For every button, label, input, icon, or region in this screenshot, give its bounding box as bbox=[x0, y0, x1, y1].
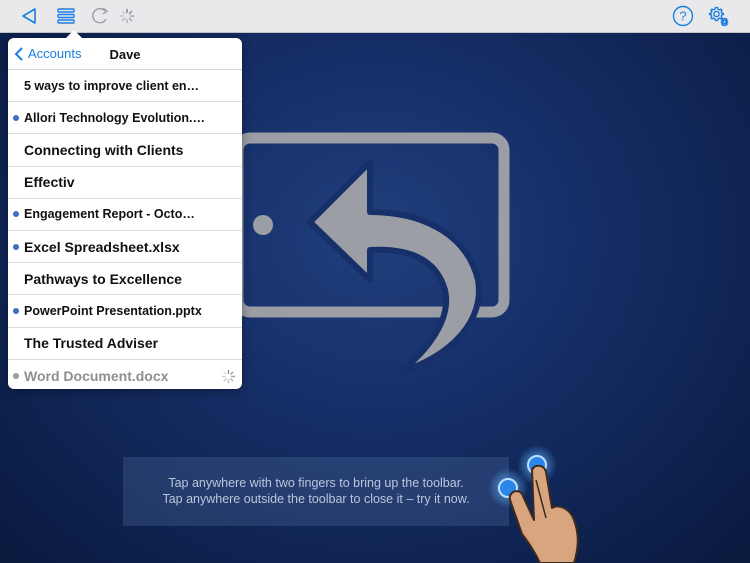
list-item[interactable]: Pathways to Excellence bbox=[8, 263, 242, 296]
hint-line-2: Tap anywhere outside the toolbar to clos… bbox=[162, 492, 470, 506]
document-name: Pathways to Excellence bbox=[24, 270, 182, 287]
document-name: Word Document.docx bbox=[24, 367, 169, 384]
unread-dot bbox=[13, 114, 19, 121]
back-button[interactable] bbox=[16, 4, 42, 28]
toolbar-hint: Tap anywhere with two fingers to bring u… bbox=[123, 457, 509, 526]
document-name: Excel Spreadsheet.xlsx bbox=[24, 238, 180, 255]
settings-button[interactable] bbox=[706, 4, 732, 28]
list-item[interactable]: The Trusted Adviser bbox=[8, 328, 242, 360]
list-item[interactable]: Allori Technology Evolution.… bbox=[8, 102, 242, 135]
unread-dot bbox=[13, 211, 19, 218]
back-triangle-icon bbox=[22, 8, 36, 24]
document-name: Engagement Report - Octo… bbox=[24, 207, 195, 222]
list-item-loading[interactable]: Word Document.docx bbox=[8, 360, 242, 392]
spinner-icon bbox=[221, 369, 236, 383]
list-item[interactable]: Effectiv bbox=[8, 167, 242, 199]
document-name: Connecting with Clients bbox=[24, 141, 184, 158]
refresh-button[interactable] bbox=[88, 4, 114, 28]
two-finger-tap-hand-icon bbox=[488, 445, 579, 563]
unread-dot bbox=[13, 372, 19, 379]
document-name: PowerPoint Presentation.pptx bbox=[24, 303, 202, 318]
popover-header: Accounts Dave bbox=[8, 38, 242, 70]
unread-dot bbox=[13, 307, 19, 314]
hint-line-1: Tap anywhere with two fingers to bring u… bbox=[168, 476, 464, 490]
unread-dot bbox=[13, 243, 19, 250]
list-item[interactable]: PowerPoint Presentation.pptx bbox=[8, 295, 242, 328]
loading-spinner bbox=[114, 4, 140, 28]
list-item[interactable]: Connecting with Clients bbox=[8, 134, 242, 167]
document-name: Allori Technology Evolution.… bbox=[24, 110, 206, 125]
gear-icon bbox=[708, 6, 729, 27]
document-name: The Trusted Adviser bbox=[24, 335, 159, 352]
tablet-return-arrow-icon bbox=[232, 132, 510, 375]
document-list: 5 ways to improve client en… Allori Tech… bbox=[8, 70, 242, 392]
spinner-icon bbox=[119, 8, 135, 24]
svg-text:?: ? bbox=[679, 9, 686, 24]
list-item[interactable]: Engagement Report - Octo… bbox=[8, 199, 242, 231]
document-name: Effectiv bbox=[24, 174, 75, 191]
help-circle-icon: ? bbox=[672, 5, 694, 27]
top-toolbar: ? bbox=[0, 0, 750, 33]
list-item[interactable]: Excel Spreadsheet.xlsx bbox=[8, 231, 242, 264]
list-menu-icon bbox=[57, 8, 75, 24]
list-item[interactable]: 5 ways to improve client en… bbox=[8, 70, 242, 103]
document-name: 5 ways to improve client en… bbox=[24, 78, 200, 93]
help-button[interactable]: ? bbox=[670, 4, 696, 28]
refresh-icon bbox=[92, 7, 109, 24]
menu-button[interactable] bbox=[53, 4, 79, 28]
documents-popover: Accounts Dave 5 ways to improve client e… bbox=[8, 30, 242, 392]
popover-title: Dave bbox=[109, 47, 141, 62]
